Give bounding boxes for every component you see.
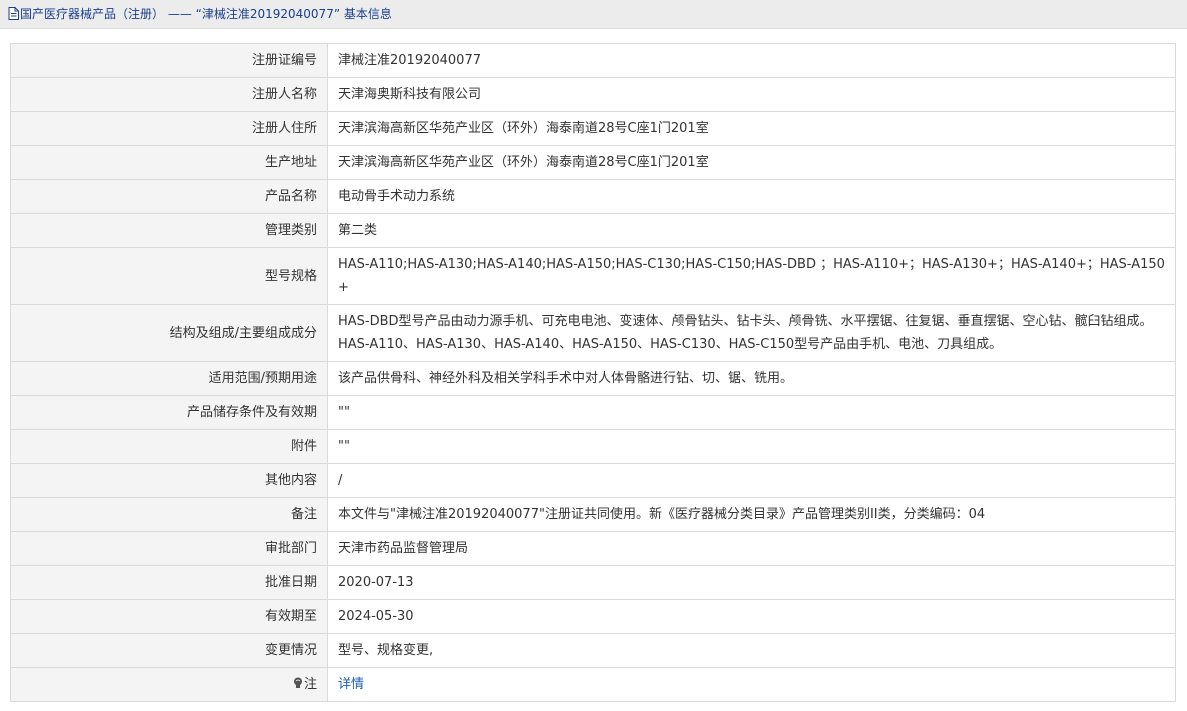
- table-row: 附件 "": [10, 429, 1176, 464]
- table-row: 审批部门 天津市药品监督管理局: [10, 531, 1176, 566]
- table-row: 备注 本文件与"津械注准20192040077"注册证共同使用。新《医疗器械分类…: [10, 497, 1176, 532]
- product-info-table: 注册证编号 津械注准20192040077 注册人名称 天津海奥斯科技有限公司 …: [10, 43, 1176, 702]
- table-row: 适用范围/预期用途 该产品供骨科、神经外科及相关学科手术中对人体骨骼进行钻、切、…: [10, 361, 1176, 396]
- document-icon: [8, 2, 19, 28]
- field-value: /: [327, 463, 1176, 498]
- field-label: 产品储存条件及有效期: [10, 395, 328, 430]
- table-row: 结构及组成/主要组成成分 HAS-DBD型号产品由动力源手机、可充电电池、变速体…: [10, 304, 1176, 362]
- field-label: 产品名称: [10, 179, 328, 214]
- field-label: 注册人住所: [10, 111, 328, 146]
- field-value: 型号、规格变更,: [327, 633, 1176, 668]
- page-title: 国产医疗器械产品（注册） —— “津械注准20192040077” 基本信息: [20, 7, 392, 21]
- field-label: 注册证编号: [10, 43, 328, 78]
- field-label: 其他内容: [10, 463, 328, 498]
- table-row: 注册人住所 天津滨海高新区华苑产业区（环外）海泰南道28号C座1门201室: [10, 111, 1176, 146]
- details-link[interactable]: 详情: [338, 677, 364, 692]
- field-value: 天津滨海高新区华苑产业区（环外）海泰南道28号C座1门201室: [327, 145, 1176, 180]
- table-row: 型号规格 HAS-A110;HAS-A130;HAS-A140;HAS-A150…: [10, 247, 1176, 305]
- field-value: 天津海奥斯科技有限公司: [327, 77, 1176, 112]
- field-value: 2020-07-13: [327, 565, 1176, 600]
- note-label: 注: [303, 676, 317, 692]
- table-row: 产品名称 电动骨手术动力系统: [10, 179, 1176, 214]
- table-row: 有效期至 2024-05-30: [10, 599, 1176, 634]
- field-value: 天津滨海高新区华苑产业区（环外）海泰南道28号C座1门201室: [327, 111, 1176, 146]
- field-value: 津械注准20192040077: [327, 43, 1176, 78]
- field-label: 注册人名称: [10, 77, 328, 112]
- table-row: 批准日期 2020-07-13: [10, 565, 1176, 600]
- table-row: 注册证编号 津械注准20192040077: [10, 43, 1176, 78]
- lightbulb-icon: [293, 674, 303, 697]
- field-label: 附件: [10, 429, 328, 464]
- note-label-cell: 注: [10, 667, 328, 702]
- table-row: 其他内容 /: [10, 463, 1176, 498]
- field-value: 电动骨手术动力系统: [327, 179, 1176, 214]
- field-value: 天津市药品监督管理局: [327, 531, 1176, 566]
- field-value: 2024-05-30: [327, 599, 1176, 634]
- field-label: 适用范围/预期用途: [10, 361, 328, 396]
- field-value: HAS-DBD型号产品由动力源手机、可充电电池、变速体、颅骨钻头、钻卡头、颅骨铣…: [327, 304, 1176, 362]
- table-row: 产品储存条件及有效期 "": [10, 395, 1176, 430]
- field-label: 管理类别: [10, 213, 328, 248]
- table-row: 注册人名称 天津海奥斯科技有限公司: [10, 77, 1176, 112]
- field-value: "": [327, 429, 1176, 464]
- table-row: 管理类别 第二类: [10, 213, 1176, 248]
- field-label: 有效期至: [10, 599, 328, 634]
- field-value: 本文件与"津械注准20192040077"注册证共同使用。新《医疗器械分类目录》…: [327, 497, 1176, 532]
- field-value: 第二类: [327, 213, 1176, 248]
- field-label: 生产地址: [10, 145, 328, 180]
- page-title-bar: 国产医疗器械产品（注册） —— “津械注准20192040077” 基本信息: [0, 0, 1187, 29]
- table-row: 变更情况 型号、规格变更,: [10, 633, 1176, 668]
- field-label: 批准日期: [10, 565, 328, 600]
- table-row: 生产地址 天津滨海高新区华苑产业区（环外）海泰南道28号C座1门201室: [10, 145, 1176, 180]
- field-value: "": [327, 395, 1176, 430]
- note-row: 注 详情: [10, 667, 1176, 702]
- note-value-cell: 详情: [327, 667, 1176, 702]
- field-label: 备注: [10, 497, 328, 532]
- field-label: 审批部门: [10, 531, 328, 566]
- field-label: 型号规格: [10, 247, 328, 305]
- field-label: 结构及组成/主要组成成分: [10, 304, 328, 362]
- field-value: 该产品供骨科、神经外科及相关学科手术中对人体骨骼进行钻、切、锯、铣用。: [327, 361, 1176, 396]
- field-value: HAS-A110;HAS-A130;HAS-A140;HAS-A150;HAS-…: [327, 247, 1176, 305]
- field-label: 变更情况: [10, 633, 328, 668]
